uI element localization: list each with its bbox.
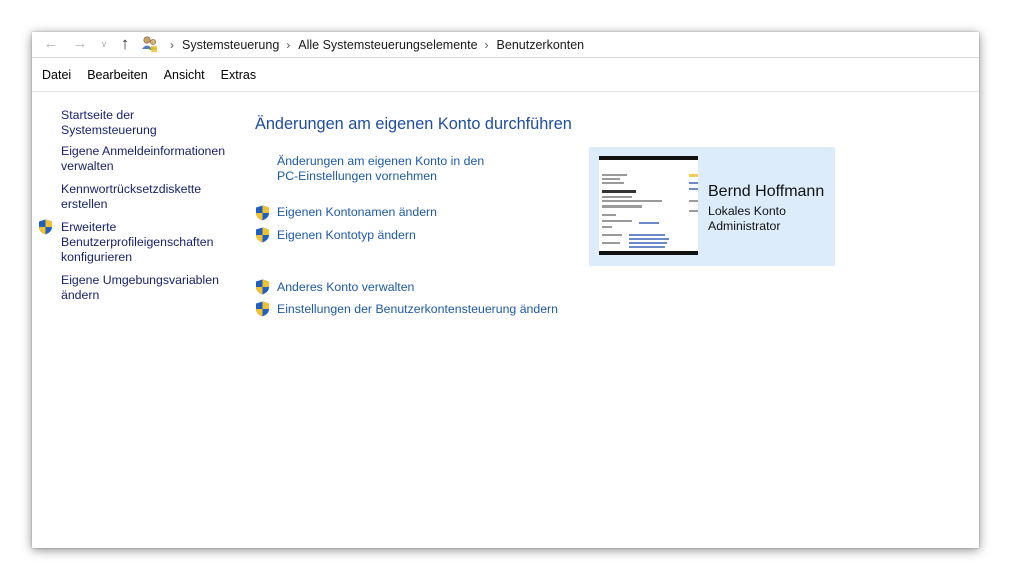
breadcrumb-benutzerkonten[interactable]: Benutzerkonten — [497, 38, 585, 52]
link-rename-account[interactable]: Eigenen Kontonamen ändern — [277, 205, 437, 220]
uac-shield-icon — [39, 219, 52, 235]
breadcrumb-separator: › — [286, 37, 291, 52]
control-panel-window: ← → ∨ ↑ › Systemsteuerung › Alle Systems… — [32, 32, 979, 548]
menu-extras[interactable]: Extras — [221, 68, 256, 82]
arrow-up-icon: ↑ — [120, 34, 130, 53]
uac-shield-icon — [256, 227, 269, 243]
address-bar: ← → ∨ ↑ › Systemsteuerung › Alle Systems… — [32, 32, 979, 58]
page-title: Änderungen am eigenen Konto durchführen — [255, 115, 572, 133]
user-picture[interactable] — [599, 156, 698, 255]
forward-button[interactable]: → — [70, 35, 90, 53]
link-uac-settings[interactable]: Einstellungen der Benutzerkontensteuerun… — [277, 302, 558, 317]
breadcrumb-separator: › — [484, 37, 489, 52]
menu-datei[interactable]: Datei — [42, 68, 71, 82]
link-manage-credentials[interactable]: Eigene Anmeldeinformationen verwalten — [61, 144, 231, 174]
up-button[interactable]: ↑ — [115, 35, 135, 53]
link-environment-variables[interactable]: Eigene Umgebungsvariablen ändern — [61, 273, 231, 303]
user-accounts-icon — [142, 36, 157, 52]
arrow-right-icon: → — [72, 35, 88, 52]
account-type: Lokales Konto — [708, 204, 786, 218]
chevron-down-icon: ∨ — [100, 39, 108, 49]
link-change-account-type[interactable]: Eigenen Kontotyp ändern — [277, 228, 416, 243]
left-task-pane: Startseite der Systemsteuerung Eigene An… — [32, 93, 237, 548]
breadcrumb-systemsteuerung[interactable]: Systemsteuerung — [182, 38, 279, 52]
user-account-card: Bernd Hoffmann Lokales Konto Administrat… — [589, 147, 835, 266]
link-control-panel-home[interactable]: Startseite der Systemsteuerung — [61, 108, 231, 138]
uac-shield-icon — [256, 279, 269, 295]
back-button[interactable]: ← — [41, 35, 61, 53]
uac-shield-icon — [256, 301, 269, 317]
uac-shield-icon — [256, 205, 269, 221]
link-advanced-profile-properties[interactable]: Erweiterte Benutzerprofileigenschaften k… — [61, 220, 231, 265]
arrow-left-icon: ← — [43, 35, 59, 52]
link-manage-other-account[interactable]: Anderes Konto verwalten — [277, 280, 414, 295]
account-role: Administrator — [708, 219, 781, 233]
recent-locations-button[interactable]: ∨ — [94, 35, 114, 53]
menu-ansicht[interactable]: Ansicht — [164, 68, 205, 82]
breadcrumb-separator: › — [170, 37, 174, 52]
menu-bearbeiten[interactable]: Bearbeiten — [87, 68, 147, 82]
menu-bar: Datei Bearbeiten Ansicht Extras — [32, 58, 979, 92]
breadcrumb-alle-elemente[interactable]: Alle Systemsteuerungselemente — [298, 38, 477, 52]
breadcrumb: › Systemsteuerung › Alle Systemsteuerung… — [163, 32, 584, 57]
link-pc-settings[interactable]: Änderungen am eigenen Konto in den PC-Ei… — [277, 154, 484, 184]
link-password-reset-disk[interactable]: Kennwortrücksetzdiskette erstellen — [61, 182, 231, 212]
user-name: Bernd Hoffmann — [708, 183, 825, 200]
